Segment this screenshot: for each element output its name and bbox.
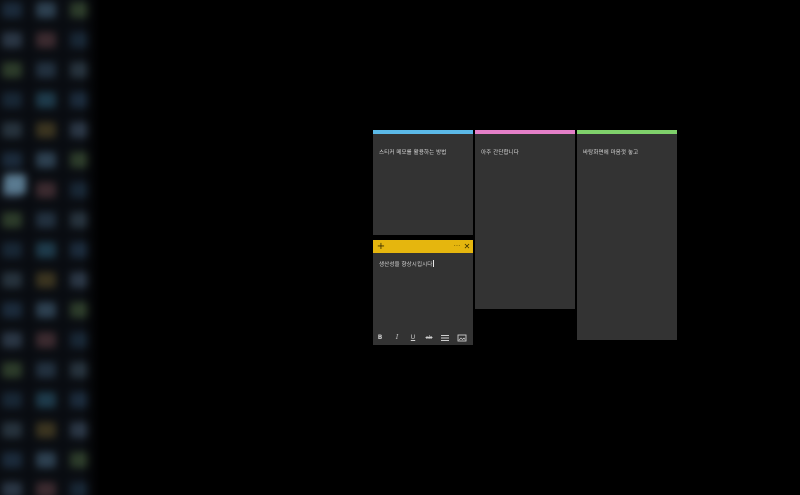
desktop-icon-blurred xyxy=(2,152,22,168)
sticky-note-pink[interactable]: 아주 간단합니다 xyxy=(475,130,575,309)
desktop-icon-blurred xyxy=(2,32,22,48)
bullet-list-icon[interactable] xyxy=(440,333,450,343)
desktop-icon-blurred xyxy=(36,422,56,438)
desktop-icon-blurred xyxy=(36,272,56,288)
desktop-icon-blurred xyxy=(36,362,56,378)
close-icon[interactable]: ✕ xyxy=(462,241,472,252)
desktop-icon-blurred xyxy=(2,392,22,408)
image-icon[interactable] xyxy=(457,333,467,343)
more-options-button[interactable]: ··· xyxy=(452,242,462,251)
desktop-icon-blurred xyxy=(36,392,56,408)
text-caret xyxy=(432,260,434,267)
add-note-button[interactable]: + xyxy=(376,241,386,252)
desktop-icon-blurred xyxy=(2,92,22,108)
note-header[interactable]: + ··· ✕ xyxy=(373,240,473,253)
desktop-icon-blurred xyxy=(2,422,22,438)
desktop-icon-blurred xyxy=(36,452,56,468)
desktop-icon-blurred xyxy=(36,92,56,108)
desktop-icon-blurred xyxy=(36,122,56,138)
sticky-note-green[interactable]: 바탕화면에 마음껏 놓고 xyxy=(577,130,677,340)
desktop-icon-blurred xyxy=(36,152,56,168)
note-text[interactable]: 바탕화면에 마음껏 놓고 xyxy=(583,148,638,156)
desktop-icon-blurred xyxy=(36,62,56,78)
desktop-icon-blurred xyxy=(36,482,56,495)
desktop-icon-blurred xyxy=(36,2,56,18)
underline-button[interactable]: U xyxy=(408,333,418,343)
desktop-icon-blurred xyxy=(2,302,22,318)
formatting-toolbar: B I U ab xyxy=(373,331,473,345)
desktop-icon-blurred xyxy=(2,2,22,18)
desktop-icon-blurred xyxy=(36,242,56,258)
sticky-note-active-yellow[interactable]: + ··· ✕ 생산성을 향상시킵시다 B I U ab xyxy=(373,240,473,345)
desktop-icon-blurred xyxy=(2,212,22,228)
desktop-icon-blurred xyxy=(36,212,56,228)
desktop-icon-blurred xyxy=(2,482,22,495)
note-text[interactable]: 아주 간단합니다 xyxy=(481,148,519,156)
note-text-content: 생산성을 향상시킵시다 xyxy=(379,262,433,268)
desktop-icon-blurred xyxy=(36,302,56,318)
desktop-icon-blurred xyxy=(36,32,56,48)
strikethrough-button[interactable]: ab xyxy=(424,333,434,343)
desktop-background-blurred xyxy=(0,0,100,495)
note-accent-bar xyxy=(475,130,575,134)
desktop-icon-blurred xyxy=(4,174,26,194)
desktop-icon-blurred xyxy=(2,452,22,468)
desktop-icon-blurred xyxy=(2,332,22,348)
note-accent-bar xyxy=(373,130,473,134)
desktop-icon-blurred xyxy=(2,242,22,258)
italic-button[interactable]: I xyxy=(392,333,402,343)
desktop-icon-blurred xyxy=(2,62,22,78)
desktop-icon-blurred xyxy=(2,272,22,288)
desktop-icon-blurred xyxy=(36,182,56,198)
desktop-icon-blurred xyxy=(36,332,56,348)
note-text-editor[interactable]: 생산성을 향상시킵시다 xyxy=(379,260,434,268)
bold-button[interactable]: B xyxy=(375,333,385,343)
desktop-icon-blurred xyxy=(2,362,22,378)
desktop-icon-blurred xyxy=(2,122,22,138)
note-accent-bar xyxy=(577,130,677,134)
sticky-note-blue[interactable]: 스티커 메모를 활용하는 방법 xyxy=(373,130,473,235)
note-text[interactable]: 스티커 메모를 활용하는 방법 xyxy=(379,148,446,156)
